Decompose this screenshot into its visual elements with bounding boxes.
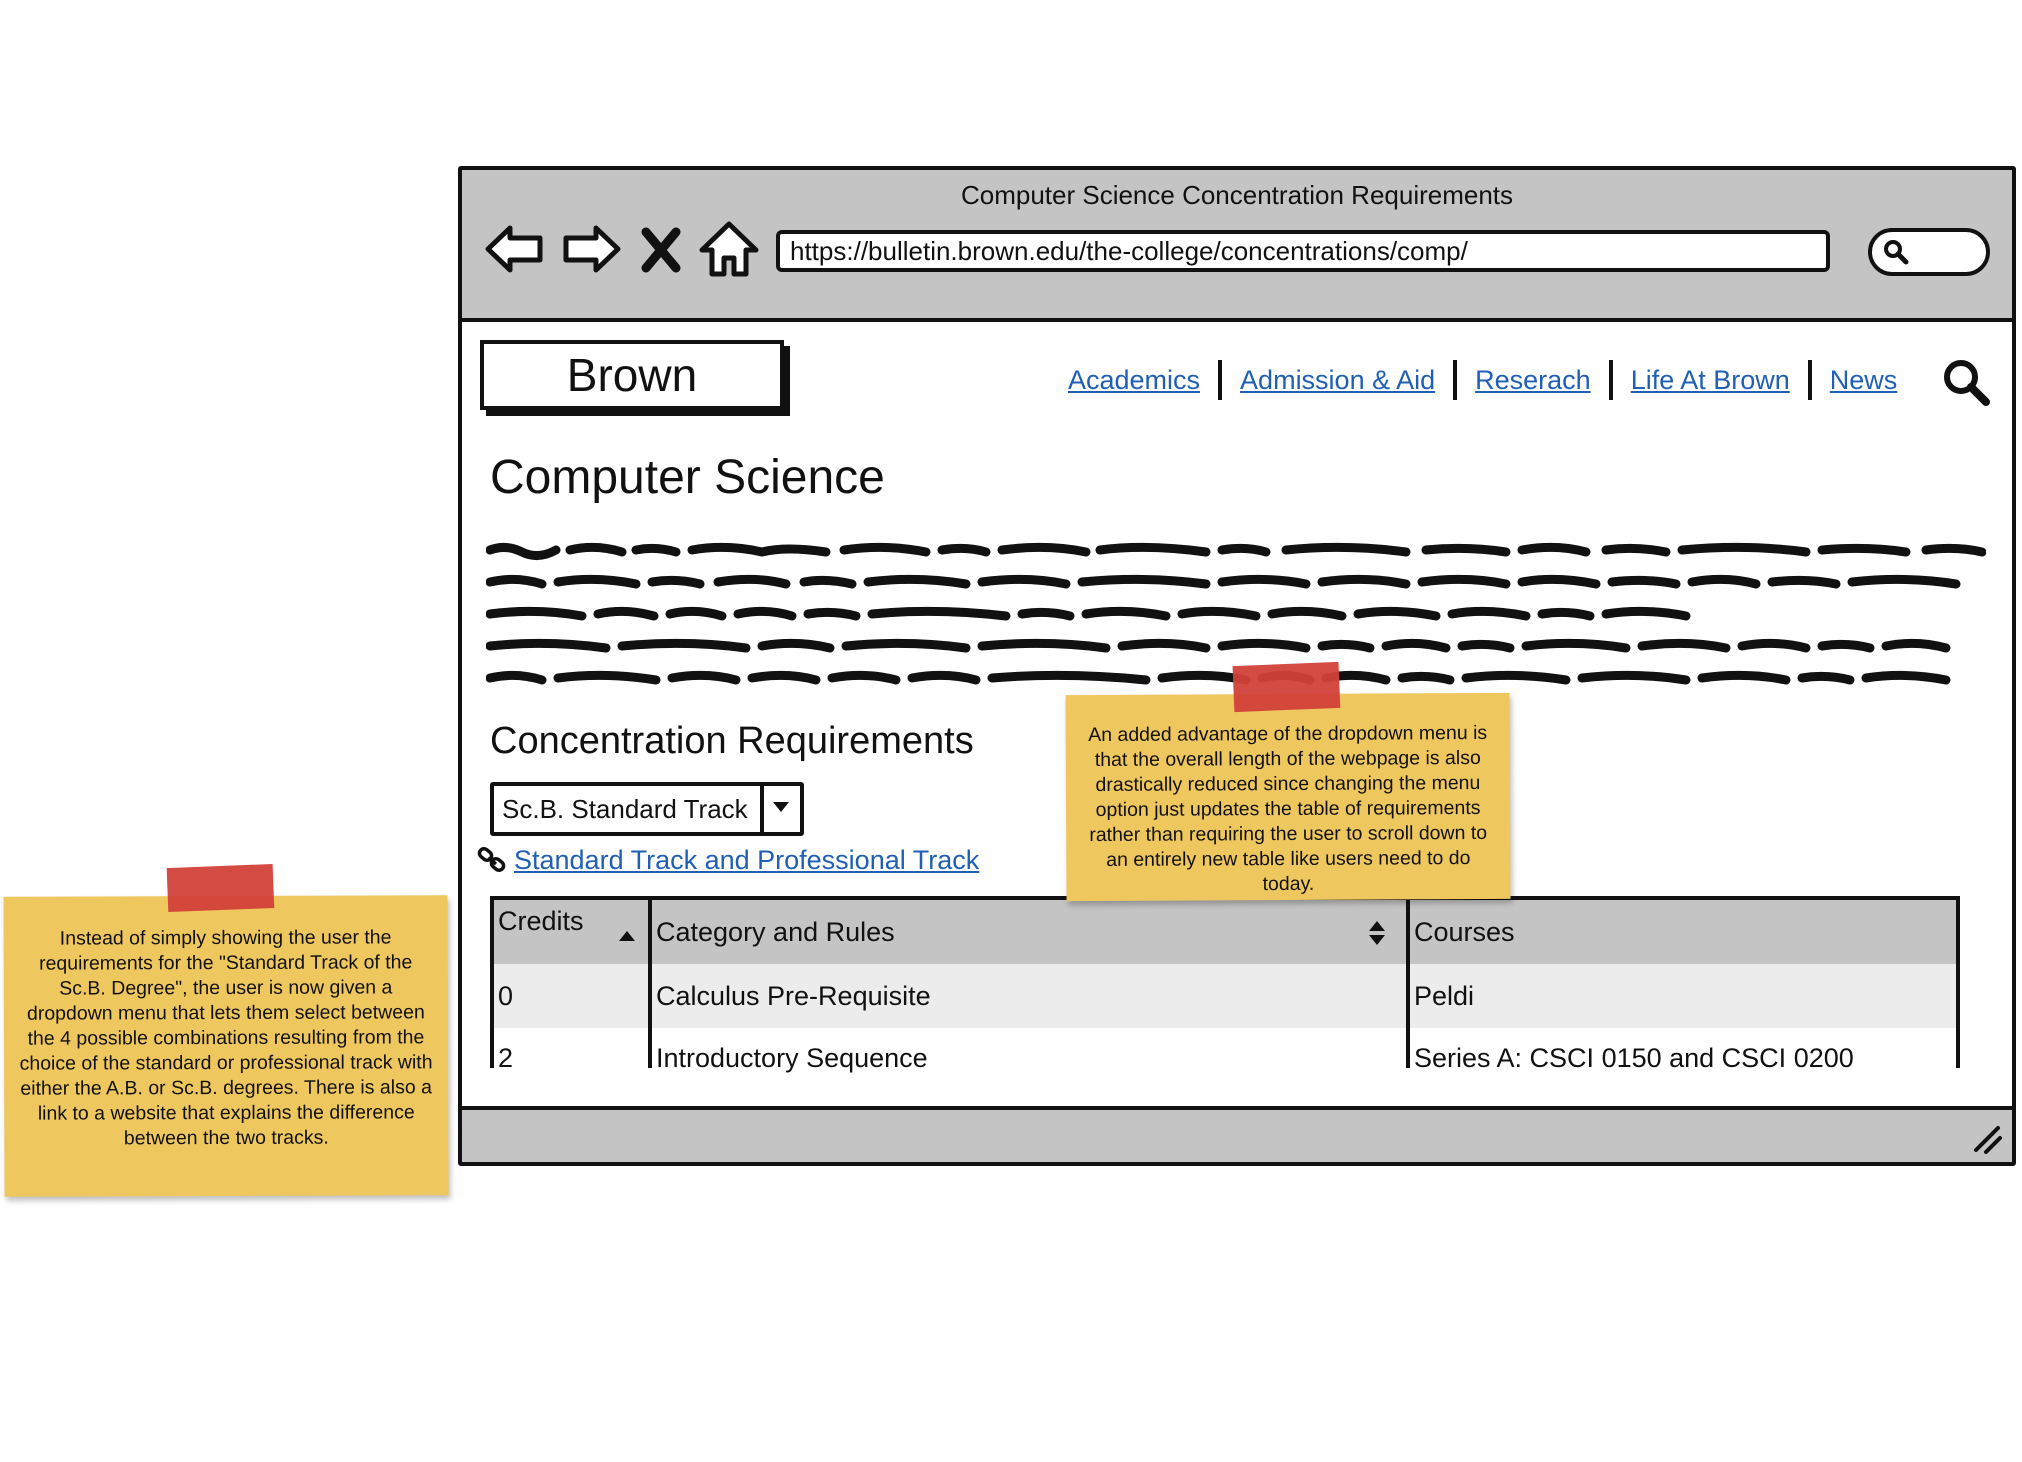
tape-strip bbox=[1232, 661, 1341, 713]
sort-ascending-icon bbox=[619, 931, 635, 941]
cell-credits: 0 bbox=[494, 964, 652, 1028]
stop-icon[interactable] bbox=[634, 214, 690, 284]
section-title: Concentration Requirements bbox=[490, 720, 974, 762]
cell-credits: 2 bbox=[494, 1028, 652, 1073]
column-header-label: Category and Rules bbox=[656, 917, 895, 947]
nav-divider bbox=[1218, 360, 1223, 400]
sort-icon bbox=[1369, 921, 1385, 945]
nav-academics[interactable]: Academics bbox=[1068, 365, 1200, 396]
column-header-label: Courses bbox=[1414, 917, 1515, 947]
dropdown-arrow-icon[interactable] bbox=[760, 786, 800, 832]
window-title: Computer Science Concentration Requireme… bbox=[960, 180, 1514, 210]
track-select[interactable]: Sc.B. Standard Track bbox=[490, 782, 804, 836]
nav-admission-aid[interactable]: Admission & Aid bbox=[1240, 365, 1435, 396]
search-icon[interactable] bbox=[1940, 356, 1992, 408]
link-icon bbox=[477, 846, 506, 873]
browser-chrome: Computer Science Concentration Requireme… bbox=[462, 170, 2012, 322]
track-select-value: Sc.B. Standard Track bbox=[502, 794, 748, 824]
back-arrow-icon[interactable] bbox=[480, 214, 550, 284]
page-title: Computer Science bbox=[490, 451, 885, 504]
nav-life-at-brown[interactable]: Life At Brown bbox=[1631, 365, 1790, 396]
track-info-link[interactable]: Standard Track and Professional Track bbox=[514, 845, 979, 876]
address-bar[interactable]: https://bulletin.brown.edu/the-college/c… bbox=[776, 230, 1830, 272]
table-row[interactable]: 0 Calculus Pre-Requisite Peldi bbox=[494, 964, 1956, 1028]
browser-search-field[interactable] bbox=[1868, 228, 1990, 276]
cell-category: Introductory Sequence bbox=[652, 1028, 1410, 1073]
nav-research[interactable]: Reserach bbox=[1475, 365, 1591, 396]
home-icon[interactable] bbox=[694, 214, 764, 284]
cell-category: Calculus Pre-Requisite bbox=[652, 964, 1410, 1028]
column-header-courses[interactable]: Courses bbox=[1410, 900, 1956, 964]
table-header: Credits Category and Rules Courses bbox=[494, 900, 1956, 964]
annotation-note-left: Instead of simply showing the user the r… bbox=[3, 864, 449, 1197]
nav-divider bbox=[1453, 360, 1458, 400]
table-row[interactable]: 2 Introductory Sequence Series A: CSCI 0… bbox=[494, 1028, 1956, 1073]
site-logo[interactable]: Brown bbox=[480, 340, 784, 410]
site-nav: Academics Admission & Aid Reserach Life … bbox=[1068, 360, 1897, 400]
column-header-category[interactable]: Category and Rules bbox=[652, 900, 1410, 964]
column-header-label: Credits bbox=[498, 906, 584, 936]
note-text: An added advantage of the dropdown menu … bbox=[1088, 721, 1488, 896]
forward-arrow-icon[interactable] bbox=[556, 214, 626, 284]
search-icon bbox=[1884, 240, 1909, 265]
nav-news[interactable]: News bbox=[1830, 365, 1898, 396]
cell-courses: Series A: CSCI 0150 and CSCI 0200 bbox=[1414, 1043, 1854, 1073]
tape-strip bbox=[166, 864, 275, 913]
track-link-row: Standard Track and Professional Track bbox=[476, 844, 979, 876]
annotation-note-right: An added advantage of the dropdown menu … bbox=[1065, 661, 1511, 902]
status-bar bbox=[462, 1106, 2012, 1162]
resize-grip-icon[interactable] bbox=[1968, 1120, 2004, 1156]
cell-courses: Peldi bbox=[1414, 981, 1475, 1011]
nav-divider bbox=[1807, 360, 1812, 400]
requirements-table: Credits Category and Rules Courses 0 Cal… bbox=[490, 896, 1960, 1073]
nav-divider bbox=[1608, 360, 1613, 400]
note-text: Instead of simply showing the user the r… bbox=[19, 926, 433, 1150]
column-header-credits[interactable]: Credits bbox=[494, 900, 652, 964]
